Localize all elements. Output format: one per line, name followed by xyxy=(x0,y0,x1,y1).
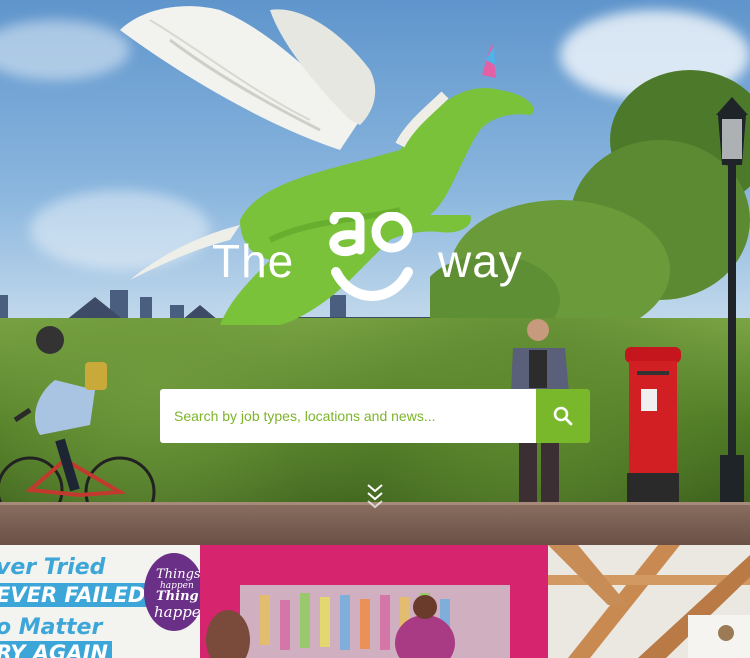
search-button[interactable] xyxy=(536,389,590,443)
poster-line: RY AGAIN xyxy=(0,641,112,658)
tile-office-photo[interactable] xyxy=(200,545,548,658)
circle-text: happe xyxy=(154,603,200,621)
search-bar xyxy=(160,389,590,443)
ao-logo[interactable]: The way xyxy=(212,212,532,312)
ao-smile-icon xyxy=(329,212,413,301)
circle-text: Thing xyxy=(156,589,199,604)
poster-line: ver Tried xyxy=(0,555,106,580)
tile-office-poster[interactable]: ver Tried EVER FAILED o Matter RY AGAIN … xyxy=(0,545,200,658)
logo-word-way: way xyxy=(438,235,523,287)
cyclist-illustration xyxy=(0,326,156,528)
poster-line: EVER FAILED xyxy=(0,583,152,607)
image-tiles: ver Tried EVER FAILED o Matter RY AGAIN … xyxy=(0,545,750,658)
logo-word-the: The xyxy=(212,235,295,287)
red-postbox xyxy=(625,347,681,507)
poster-line: o Matter xyxy=(0,615,103,640)
search-icon xyxy=(553,406,573,426)
office-interior-image xyxy=(548,545,750,658)
purple-circle-sign: Things happen Thing happe xyxy=(144,553,200,631)
lamp-post xyxy=(716,97,748,505)
search-input[interactable] xyxy=(160,389,536,443)
circle-text: Things xyxy=(156,567,200,582)
hero-banner: The way xyxy=(0,0,750,545)
tile-office-interior[interactable] xyxy=(548,545,750,658)
office-photo-image xyxy=(200,545,548,658)
chevron-double-down-icon[interactable] xyxy=(366,481,384,509)
